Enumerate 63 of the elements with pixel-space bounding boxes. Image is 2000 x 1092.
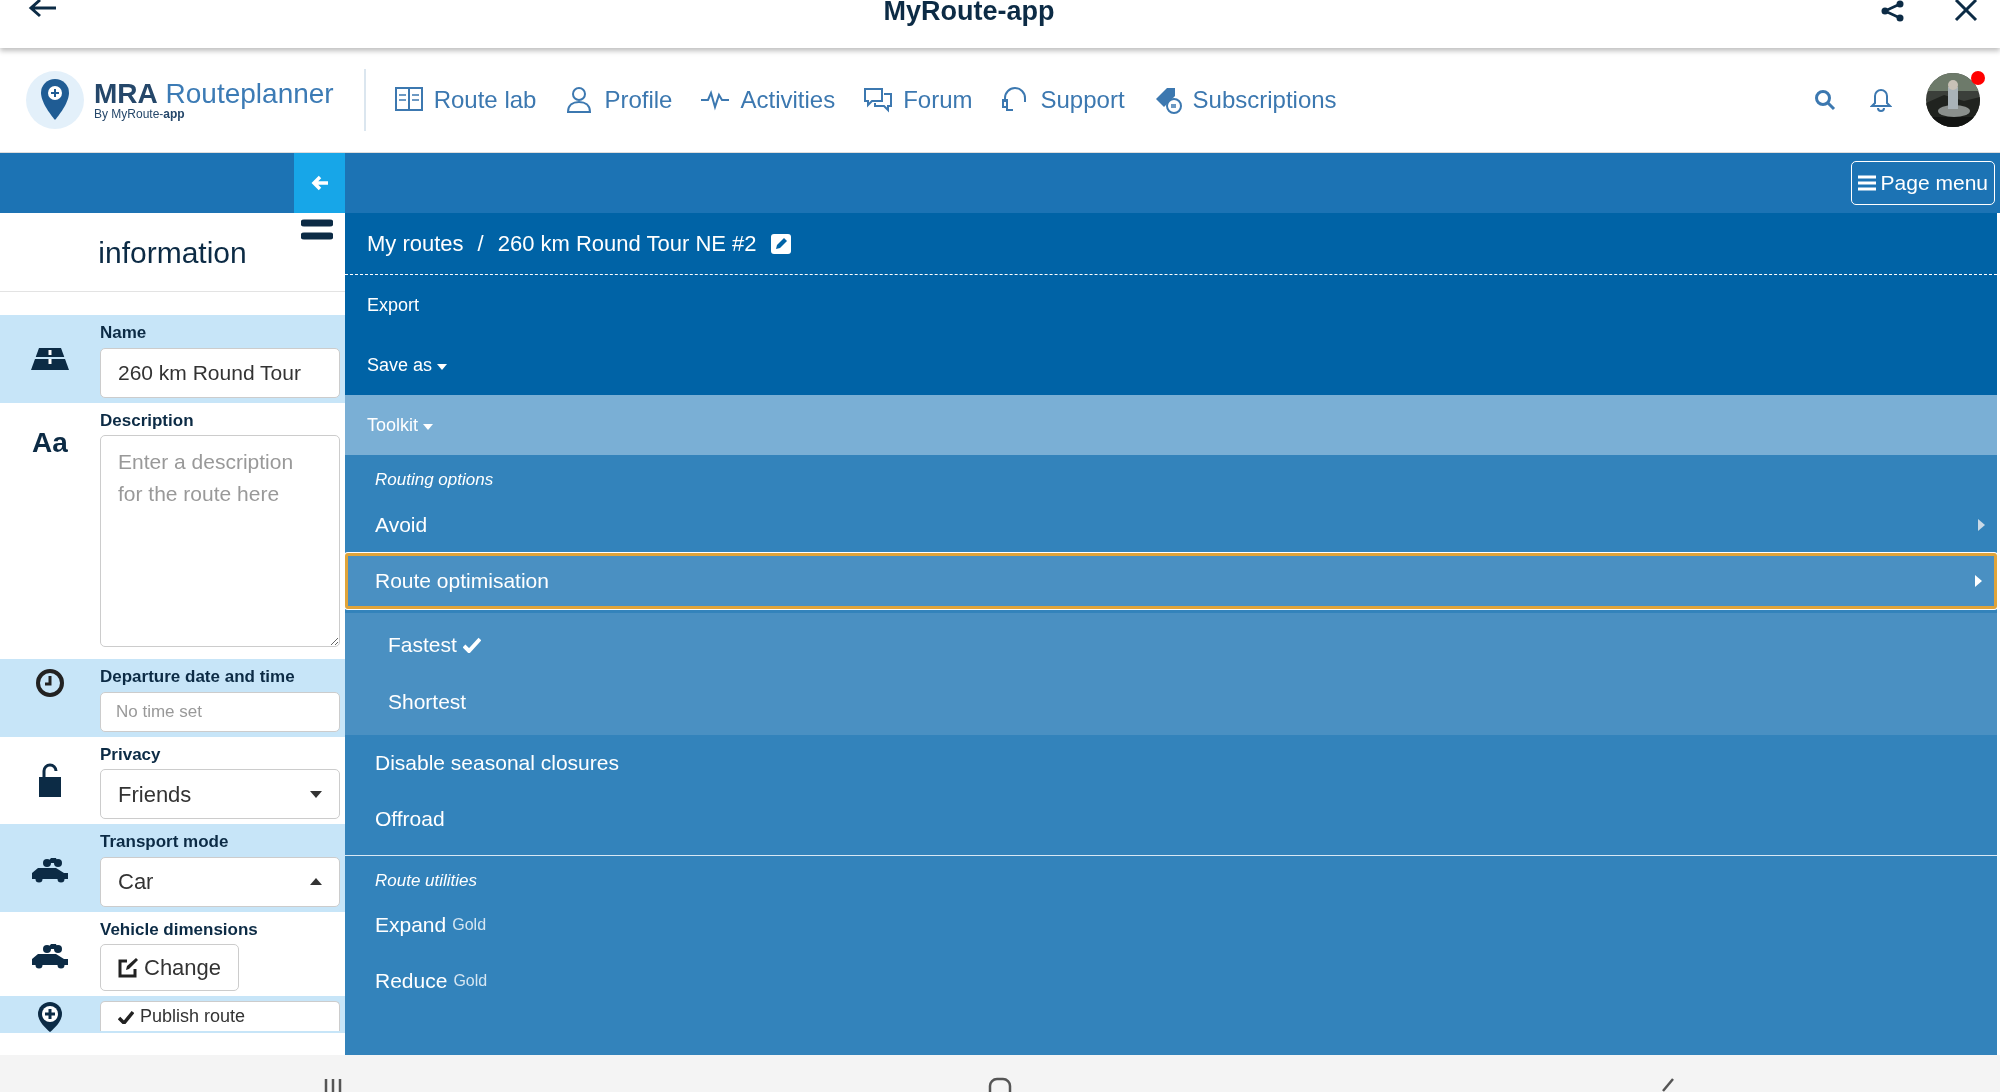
clock-icon xyxy=(35,668,65,698)
breadcrumb-link[interactable]: 260 km Round Tour NE #2 xyxy=(497,227,757,260)
text-field[interactable]: 260 km Round Tour xyxy=(100,347,340,398)
menu-item[interactable]: Toolkit xyxy=(345,395,1997,455)
dropdown-select[interactable]: Car xyxy=(100,856,340,907)
map-pin-plus-icon xyxy=(37,1001,63,1033)
home-icon[interactable] xyxy=(988,1077,1012,1092)
close-icon[interactable] xyxy=(1954,0,1978,22)
nav-link[interactable]: Forum xyxy=(863,82,973,118)
edit-icon xyxy=(118,957,138,978)
field-label: Description xyxy=(100,409,195,432)
search-icon[interactable] xyxy=(1814,89,1836,111)
bell-icon[interactable] xyxy=(1870,88,1892,112)
edit-icon[interactable] xyxy=(770,233,791,254)
page-menu-button[interactable]: Page menu xyxy=(1850,161,1995,205)
arrow-left-icon xyxy=(310,175,329,191)
check-icon xyxy=(118,1009,134,1024)
menu-item[interactable]: Avoid xyxy=(345,496,1997,553)
option-item[interactable]: Shortest xyxy=(345,673,1997,731)
road-icon xyxy=(31,347,69,370)
menu-icon[interactable] xyxy=(301,219,333,241)
dropdown-select[interactable]: Friends xyxy=(100,769,340,819)
plan-label: Gold xyxy=(453,971,488,991)
nav-link[interactable]: Activities xyxy=(700,82,836,118)
field-label: Departure date and time xyxy=(100,666,296,688)
menu-item[interactable]: Route optimisation xyxy=(345,552,1997,609)
field-label: Name xyxy=(100,322,148,344)
breadcrumb-separator: / xyxy=(477,230,484,258)
section-heading: Routing options xyxy=(374,469,495,491)
field-label: Transport mode xyxy=(100,831,230,853)
panel-title: information xyxy=(98,234,247,271)
nav-link[interactable]: Subscriptions xyxy=(1152,82,1337,118)
recent-apps-icon[interactable] xyxy=(322,1077,343,1092)
caret-down-icon xyxy=(423,423,434,430)
change-button[interactable]: Change xyxy=(100,944,240,991)
map-pin-logo-icon xyxy=(24,69,86,131)
breadcrumb-link[interactable]: My routes xyxy=(367,227,464,260)
nav-link[interactable]: Profile xyxy=(564,82,673,118)
caret-right-icon xyxy=(1978,518,1985,531)
menu-item[interactable]: Expand Gold xyxy=(345,897,1997,953)
menu-item[interactable]: Save as xyxy=(345,335,1997,395)
share-icon[interactable] xyxy=(1880,0,1906,22)
menu-item[interactable]: Disable seasonal closures xyxy=(345,734,1997,791)
option-item[interactable]: Fastest xyxy=(345,616,1997,674)
menu-icon xyxy=(1857,175,1876,191)
field-label: Vehicle dimensions xyxy=(100,918,259,941)
padlock-icon xyxy=(39,763,61,798)
menu-item[interactable]: Reduce Gold xyxy=(345,953,1997,1009)
field-label: Privacy xyxy=(100,743,162,766)
section-heading: Route utilities xyxy=(374,869,479,892)
caret-right-icon xyxy=(1975,574,1982,587)
date-time-field[interactable]: No time set xyxy=(100,691,340,732)
menu-item[interactable]: Offroad xyxy=(345,790,1997,847)
chat-icon xyxy=(863,85,894,115)
brand-logo[interactable]: MRA Routeplanner By MyRoute-app xyxy=(24,69,334,131)
nav-link[interactable]: Route lab xyxy=(393,82,537,118)
menu-item[interactable]: Export xyxy=(345,275,1997,335)
description-field[interactable]: Enter a description for the route here xyxy=(100,435,340,647)
nav-link[interactable]: Support xyxy=(1000,82,1125,118)
publish-button[interactable]: Publish route xyxy=(100,1001,340,1031)
letters-icon: Aa xyxy=(32,421,68,464)
plan-label: Gold xyxy=(452,915,487,935)
caret-down-icon xyxy=(437,363,448,370)
